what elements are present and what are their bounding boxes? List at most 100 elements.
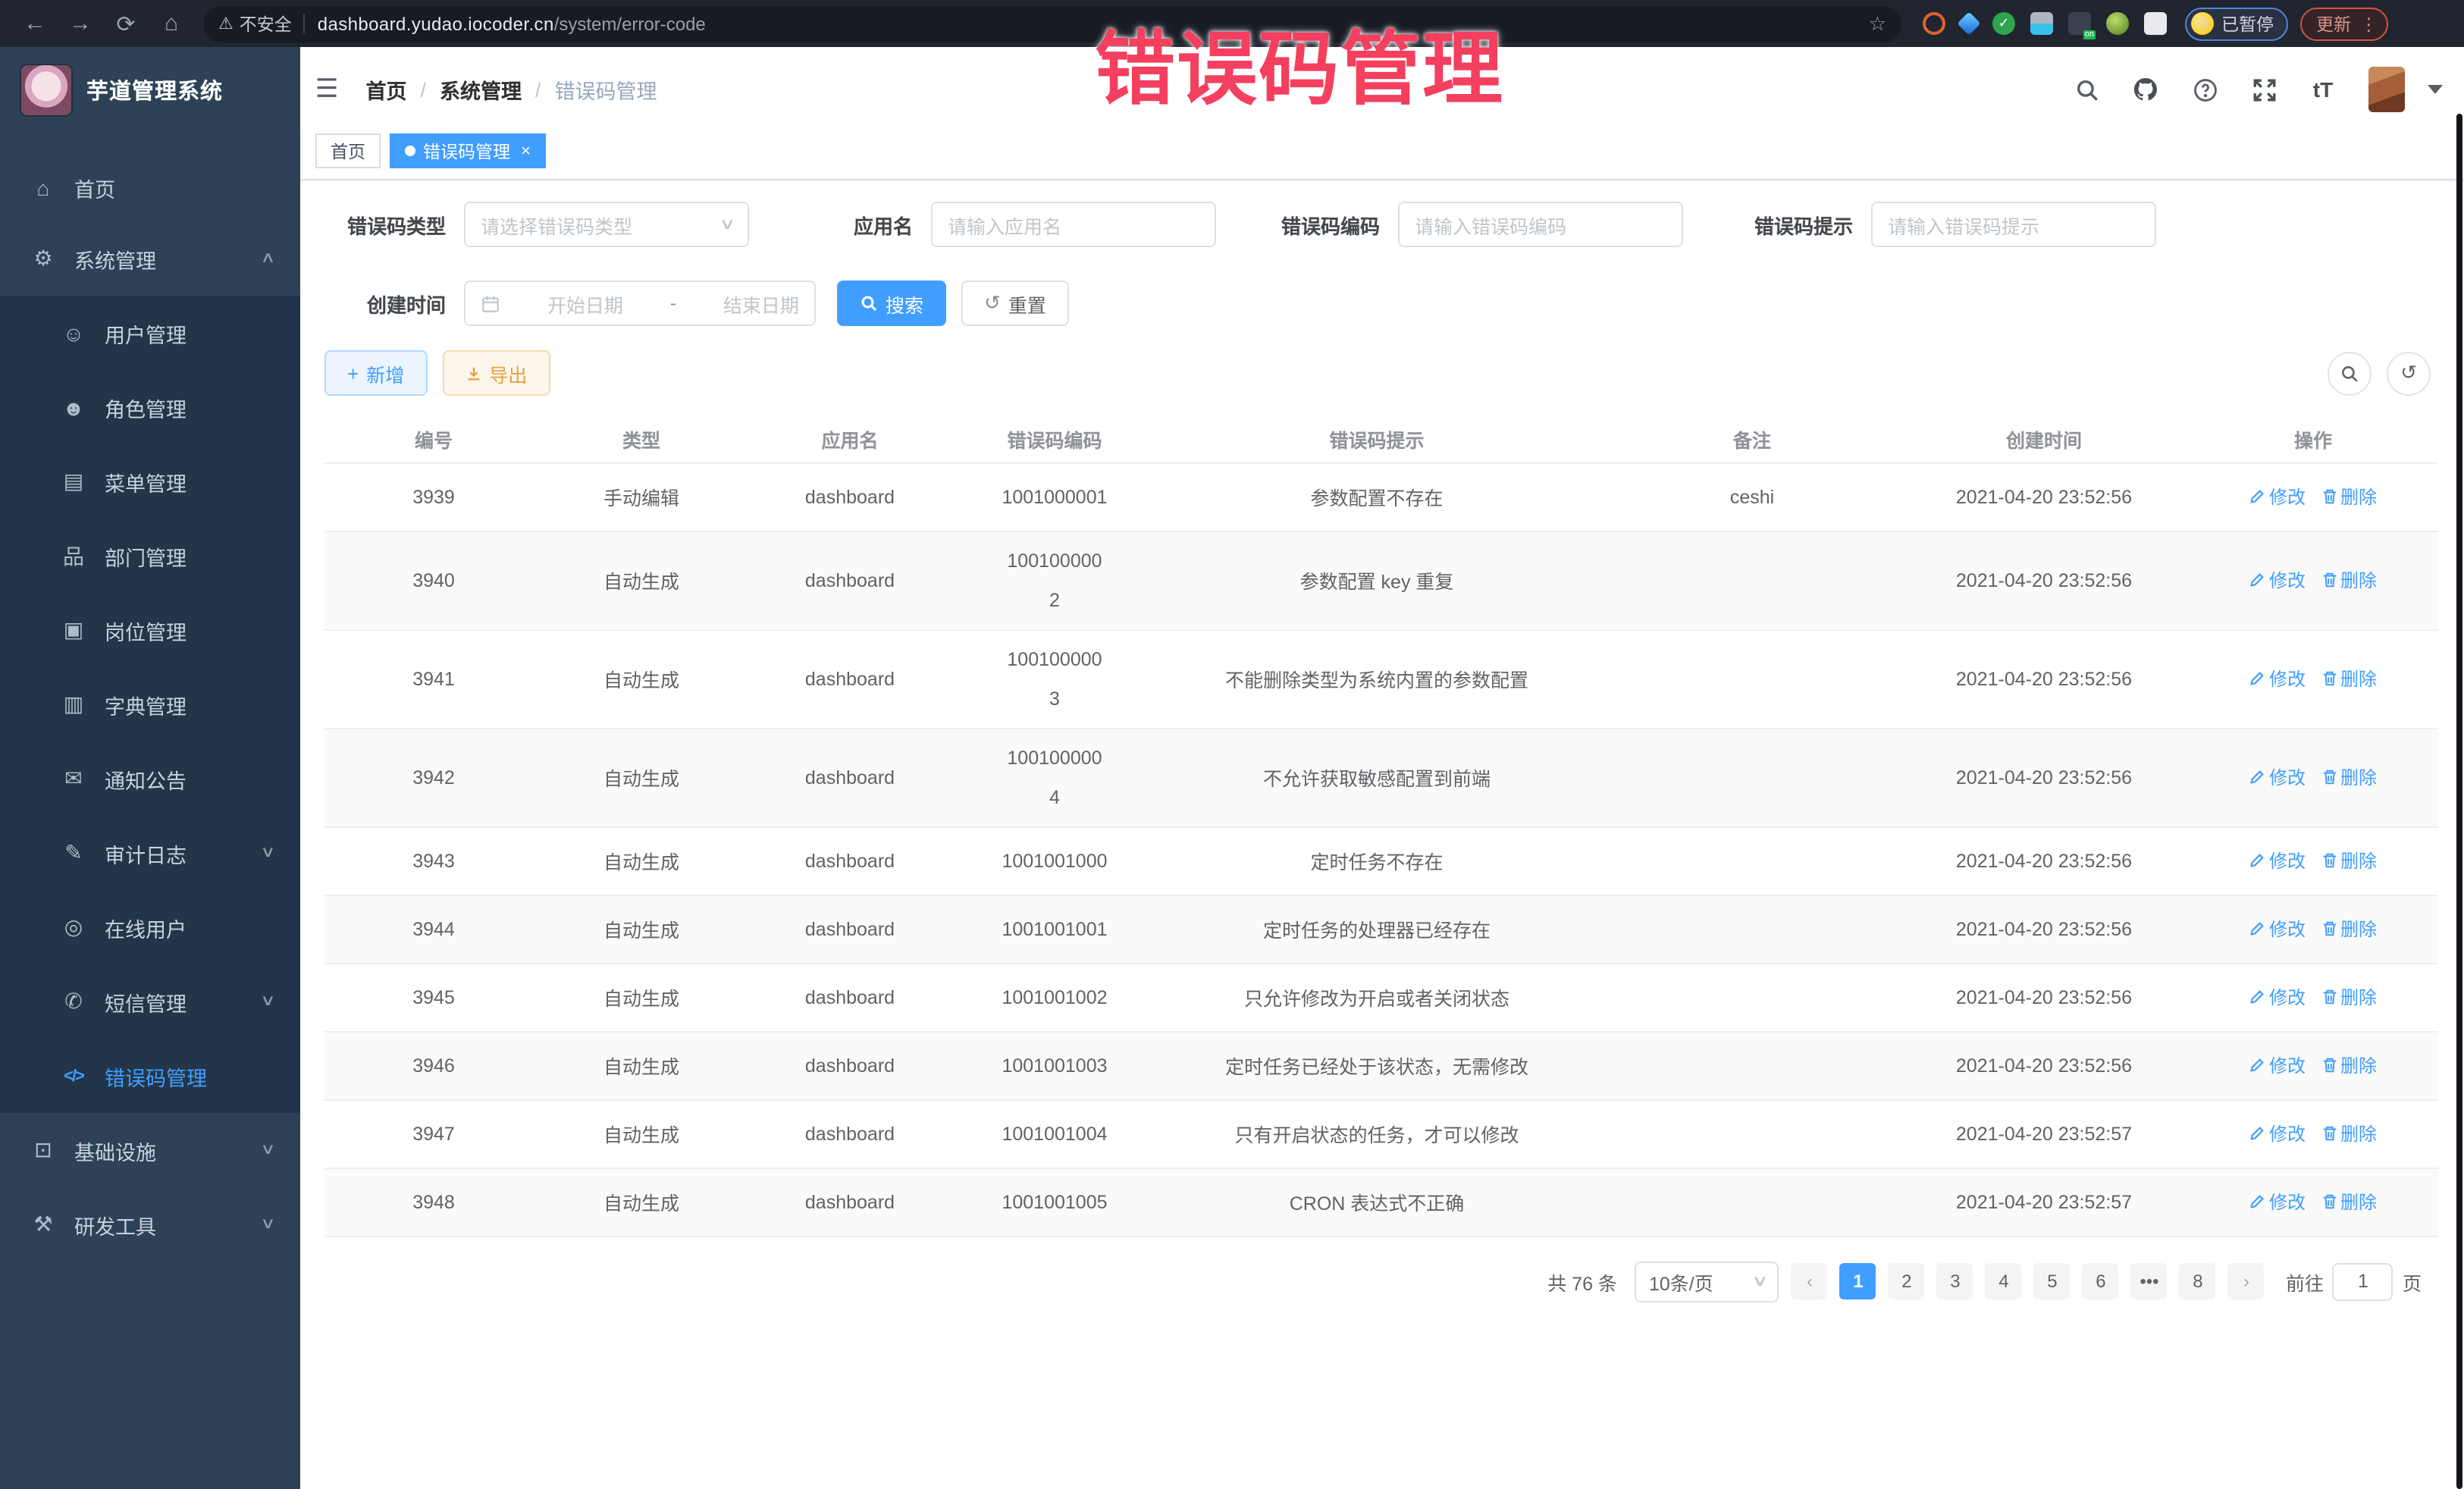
- delete-link[interactable]: 删除: [2321, 764, 2377, 790]
- browser-reload-icon[interactable]: ⟳: [103, 10, 149, 37]
- tab-首页[interactable]: 首页: [315, 133, 381, 168]
- extension-grid-icon[interactable]: [2030, 12, 2053, 35]
- sidebar-item-基础设施[interactable]: ⊡基础设施∨: [0, 1113, 300, 1187]
- edit-link[interactable]: 修改: [2249, 567, 2306, 593]
- error-type-select[interactable]: 请选择错误码类型 ∨: [464, 202, 749, 247]
- update-label: 更新: [2316, 11, 2351, 36]
- sidebar-item-系统管理[interactable]: ⚙系统管理∧: [0, 221, 300, 296]
- edit-link[interactable]: 修改: [2249, 764, 2306, 790]
- delete-link[interactable]: 删除: [2321, 1189, 2377, 1215]
- help-icon[interactable]: [2191, 76, 2218, 103]
- page-button-3[interactable]: 3: [1937, 1263, 1973, 1299]
- app-name-input[interactable]: 请输入应用名: [931, 202, 1216, 247]
- sms-icon: ✆: [61, 989, 86, 1014]
- collapse-menu-icon[interactable]: ☰: [315, 74, 339, 105]
- search-icon[interactable]: [2073, 76, 2100, 103]
- page-button-4[interactable]: 4: [1986, 1263, 2022, 1299]
- row-error-code: 1001001004: [960, 1099, 1149, 1168]
- edit-link[interactable]: 修改: [2249, 984, 2306, 1010]
- sidebar-item-审计日志[interactable]: ✎审计日志∨: [0, 816, 300, 890]
- sidebar-item-短信管理[interactable]: ✆短信管理∨: [0, 964, 300, 1039]
- sidebar-item-角色管理[interactable]: ☻角色管理: [0, 370, 300, 444]
- edit-link[interactable]: 修改: [2249, 666, 2306, 691]
- delete-link[interactable]: 删除: [2321, 1052, 2377, 1078]
- date-range-picker[interactable]: 开始日期 - 结束日期: [464, 281, 816, 326]
- user-menu-caret-icon[interactable]: [2428, 85, 2443, 94]
- page-ellipsis[interactable]: •••: [2131, 1263, 2168, 1299]
- refresh-icon[interactable]: ↺: [2387, 351, 2431, 395]
- font-size-icon[interactable]: tT: [2309, 76, 2337, 103]
- delete-link[interactable]: 删除: [2321, 484, 2377, 509]
- sidebar-item-错误码管理[interactable]: </>错误码管理: [0, 1039, 300, 1113]
- error-hint-input[interactable]: 请输入错误码提示: [1871, 202, 2156, 247]
- edit-link[interactable]: 修改: [2249, 1052, 2306, 1078]
- extension-key-icon[interactable]: [2106, 12, 2129, 35]
- close-tab-icon[interactable]: ×: [521, 142, 531, 160]
- extension-switch-icon[interactable]: on: [2068, 12, 2091, 35]
- menu-icon: ▤: [61, 469, 86, 494]
- page-size-select[interactable]: 10条/页∨: [1635, 1261, 1779, 1302]
- column-header-操作: 操作: [2188, 417, 2438, 462]
- row-app: dashboard: [740, 895, 960, 963]
- sidebar-item-首页[interactable]: ⌂首页: [0, 155, 300, 221]
- edit-link[interactable]: 修改: [2249, 484, 2306, 509]
- browser-home-icon[interactable]: ⌂: [149, 11, 194, 36]
- breadcrumb-item[interactable]: 系统管理: [440, 74, 522, 105]
- delete-link[interactable]: 删除: [2321, 916, 2377, 942]
- extension-gem-icon[interactable]: [1957, 11, 1980, 35]
- edit-link[interactable]: 修改: [2249, 848, 2306, 873]
- page-button-1[interactable]: 1: [1840, 1263, 1876, 1299]
- delete-link[interactable]: 删除: [2321, 848, 2377, 873]
- dept-icon: 品: [61, 541, 86, 571]
- sidebar-item-菜单管理[interactable]: ▤菜单管理: [0, 444, 300, 519]
- sidebar-item-通知公告[interactable]: ✉通知公告: [0, 741, 300, 816]
- address-bar[interactable]: ⚠ 不安全 dashboard.yudao.iocoder.cn /system…: [203, 5, 1901, 42]
- delete-link[interactable]: 删除: [2321, 666, 2377, 691]
- breadcrumb-item[interactable]: 首页: [366, 74, 407, 105]
- export-button[interactable]: 导出: [442, 350, 550, 396]
- browser-update-button[interactable]: 更新 ⋮: [2299, 7, 2388, 40]
- sidebar-item-研发工具[interactable]: ⚒研发工具∨: [0, 1187, 300, 1262]
- edit-link[interactable]: 修改: [2249, 1189, 2306, 1215]
- next-page-button[interactable]: ›: [2228, 1263, 2265, 1299]
- github-icon[interactable]: [2132, 76, 2159, 103]
- edit-link[interactable]: 修改: [2249, 1121, 2306, 1146]
- tab-错误码管理[interactable]: 错误码管理×: [390, 133, 546, 168]
- sidebar-item-用户管理[interactable]: ☺用户管理: [0, 296, 300, 370]
- row-created-time: 2021-04-20 23:52:56: [1900, 1031, 2188, 1099]
- sidebar-item-部门管理[interactable]: 品部门管理: [0, 519, 300, 593]
- fullscreen-icon[interactable]: [2250, 76, 2277, 103]
- error-code-input[interactable]: 请输入错误码编码: [1398, 202, 1683, 247]
- delete-link[interactable]: 删除: [2321, 984, 2377, 1010]
- delete-link[interactable]: 删除: [2321, 1121, 2377, 1146]
- page-scrollbar[interactable]: [2456, 114, 2462, 1489]
- page-button-6[interactable]: 6: [2083, 1263, 2119, 1299]
- page-button-5[interactable]: 5: [2034, 1263, 2071, 1299]
- browser-forward-icon[interactable]: →: [58, 11, 103, 36]
- sidebar-item-字典管理[interactable]: ▥字典管理: [0, 667, 300, 741]
- not-secure-label[interactable]: 不安全: [240, 11, 292, 36]
- sidebar-item-在线用户[interactable]: ◎在线用户: [0, 890, 300, 964]
- add-button[interactable]: + 新增: [324, 350, 427, 396]
- page-button-8[interactable]: 8: [2180, 1263, 2216, 1299]
- search-button[interactable]: 搜索: [837, 281, 946, 326]
- prev-page-button[interactable]: ‹: [1792, 1263, 1828, 1299]
- extension-orange-icon[interactable]: [1923, 12, 1945, 35]
- browser-profile-badge[interactable]: ☺ 已暂停: [2185, 7, 2287, 40]
- edit-icon: [2249, 769, 2266, 785]
- extension-green-icon[interactable]: ✓: [1992, 12, 2015, 35]
- edit-link[interactable]: 修改: [2249, 916, 2306, 942]
- toggle-search-icon[interactable]: [2328, 351, 2372, 395]
- edit-link-label: 修改: [2269, 984, 2306, 1010]
- page-button-2[interactable]: 2: [1889, 1263, 1925, 1299]
- sidebar-item-岗位管理[interactable]: ▣岗位管理: [0, 593, 300, 667]
- row-error-code: 1001001000: [960, 826, 1149, 895]
- reset-button[interactable]: ↺ 重置: [961, 281, 1069, 326]
- delete-link[interactable]: 删除: [2321, 567, 2377, 593]
- bookmark-star-icon[interactable]: ☆: [1869, 11, 1886, 36]
- browser-back-icon[interactable]: ←: [12, 11, 58, 36]
- extensions-puzzle-icon[interactable]: [2144, 12, 2167, 35]
- goto-page-input[interactable]: 1: [2333, 1262, 2393, 1300]
- user-avatar[interactable]: [2368, 67, 2405, 112]
- browser-menu-dots-icon[interactable]: ⋮: [2360, 13, 2378, 34]
